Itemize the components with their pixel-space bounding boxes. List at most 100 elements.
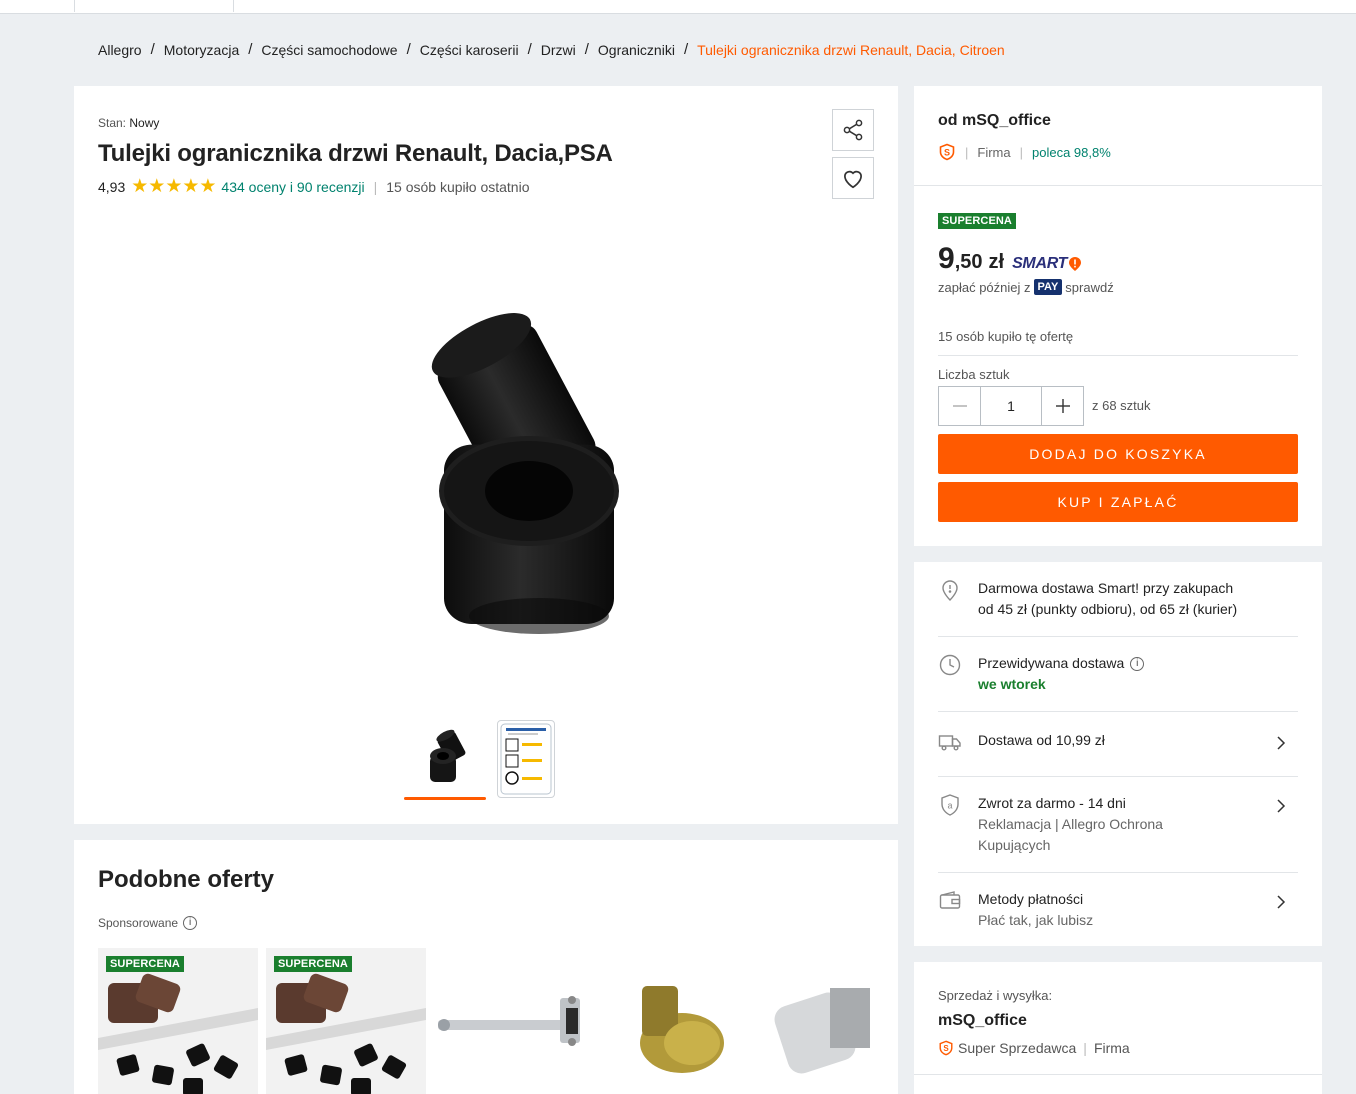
smart-label: SMART	[1012, 255, 1068, 272]
shield-a-icon: a	[941, 794, 959, 816]
breadcrumb-item-drzwi[interactable]: Drzwi	[541, 42, 576, 58]
breadcrumb-separator: /	[248, 41, 253, 58]
chevron-right-icon	[1277, 799, 1286, 813]
smart-logo: SMART	[1012, 255, 1082, 273]
pay-later-check-link[interactable]: sprawdź	[1065, 280, 1113, 295]
payment-methods-row[interactable]: Metody płatności Płać tak, jak lubisz	[938, 889, 1298, 939]
payment-methods-sub: Płać tak, jak lubisz	[978, 912, 1094, 928]
similar-offer-tile[interactable]	[602, 968, 762, 1088]
pay-later-row: zapłać później z PAY sprawdź	[938, 279, 1114, 295]
svg-text:S: S	[944, 148, 950, 158]
info-icon[interactable]: i	[1130, 656, 1145, 671]
purchase-card: SUPERCENA 9 ,50 zł SMART zapłać później …	[914, 186, 1322, 546]
breadcrumb-current: Tulejki ogranicznika drzwi Renault, Daci…	[697, 41, 1005, 58]
sponsored-text: Sponsorowane	[98, 916, 179, 930]
condition-label: Stan:	[98, 116, 127, 130]
free-delivery-info: Darmowa dostawa Smart! przy zakupach od …	[938, 578, 1298, 638]
divider	[938, 776, 1298, 777]
similar-offer-tile[interactable]	[770, 968, 874, 1088]
pay-badge: PAY	[1033, 279, 1063, 295]
quantity-increase-button[interactable]	[1042, 387, 1083, 425]
svg-text:S: S	[943, 1044, 949, 1053]
divider	[938, 711, 1298, 712]
thumbnail-product[interactable]	[416, 720, 474, 798]
favorite-button[interactable]	[832, 157, 874, 199]
expected-delivery-value: we wtorek	[978, 676, 1046, 692]
reviews-link[interactable]: 434 oceny i 90 recenzji	[221, 179, 364, 195]
product-image[interactable]	[364, 276, 644, 651]
breadcrumb-item-motoryzacja[interactable]: Motoryzacja	[164, 42, 239, 58]
share-icon	[843, 119, 863, 141]
seller-recommend-rate[interactable]: poleca 98,8%	[1032, 145, 1111, 160]
rating-stars: ★★★★★	[131, 176, 217, 197]
share-button[interactable]	[832, 109, 874, 151]
sales-shipping-card: Sprzedaż i wysyłka: mSQ_office S Super S…	[914, 962, 1322, 1094]
quantity-available: z 68 sztuk	[1092, 398, 1151, 413]
similar-offer-tile[interactable]: SUPERCENA	[266, 948, 426, 1094]
quantity-decrease-button[interactable]	[939, 387, 980, 425]
buy-now-button[interactable]: KUP I ZAPŁAĆ	[938, 482, 1298, 522]
product-title: Tulejki ogranicznika drzwi Renault, Daci…	[98, 140, 613, 167]
divider: |	[965, 144, 969, 160]
expected-delivery-label: Przewidywana dostawa	[978, 655, 1125, 671]
free-delivery-line1: Darmowa dostawa Smart! przy zakupach	[978, 580, 1234, 596]
supercena-badge: SUPERCENA	[938, 213, 1016, 229]
add-to-cart-button[interactable]: DODAJ DO KOSZYKA	[938, 434, 1298, 474]
chevron-right-icon	[1277, 895, 1286, 909]
breadcrumb-separator: /	[527, 41, 532, 58]
seller-name[interactable]: od mSQ_office	[938, 112, 1051, 130]
payment-methods-title: Metody płatności	[978, 891, 1084, 907]
free-delivery-line2: od 45 zł (punkty odbioru), od 65 zł (kur…	[978, 601, 1238, 617]
thumbnail-active-indicator	[404, 797, 486, 800]
breadcrumb-item-allegro[interactable]: Allegro	[98, 42, 142, 58]
breadcrumb-separator: /	[683, 41, 689, 58]
free-return-line2: Reklamacja | Allegro Ochrona	[978, 816, 1163, 832]
quantity-stepper	[938, 386, 1084, 426]
free-return-text: Zwrot za darmo - 14 dni Reklamacja | All…	[978, 793, 1163, 856]
offer-image	[434, 948, 594, 1094]
seller-summary-card: od mSQ_office S | Firma | poleca 98,8%	[914, 86, 1322, 186]
delivery-card: Darmowa dostawa Smart! przy zakupach od …	[914, 562, 1322, 946]
seller-type: Firma	[977, 144, 1011, 160]
divider	[914, 1074, 1322, 1075]
similar-offers-title: Podobne oferty	[98, 866, 275, 893]
quantity-input[interactable]	[980, 387, 1042, 425]
info-icon[interactable]: i	[183, 916, 198, 930]
price-currency: zł	[988, 251, 1005, 273]
bought-offer-count: 15 osób kupiło tę ofertę	[938, 329, 1074, 344]
divider: |	[373, 178, 378, 195]
payment-methods-text: Metody płatności Płać tak, jak lubisz	[978, 889, 1093, 931]
seller-info: S | Firma | poleca 98,8%	[938, 143, 1111, 161]
bought-recently: 15 osób kupiło ostatnio	[386, 178, 530, 195]
minus-icon	[952, 405, 967, 407]
truck-icon	[938, 735, 961, 751]
free-delivery-text: Darmowa dostawa Smart! przy zakupach od …	[978, 578, 1237, 620]
breadcrumb: Allegro / Motoryzacja / Części samochodo…	[98, 41, 1005, 58]
breadcrumb-item-ograniczniki[interactable]: Ograniczniki	[598, 42, 675, 58]
thumbnail-parameters-label[interactable]	[497, 720, 555, 798]
top-header-strip	[0, 0, 1356, 14]
supercena-badge: SUPERCENA	[106, 956, 184, 972]
similar-offer-tile[interactable]: SUPERCENA	[98, 948, 258, 1094]
divider	[938, 872, 1298, 873]
price: 9 ,50 zł SMART	[938, 242, 1082, 276]
similar-offer-tile[interactable]	[434, 948, 594, 1094]
shipping-cost-text: Dostawa od 10,99 zł	[978, 732, 1105, 748]
divider	[938, 636, 1298, 637]
shipping-cost-row[interactable]: Dostawa od 10,99 zł	[938, 730, 1298, 760]
breadcrumb-item-czesci-karoserii[interactable]: Części karoserii	[420, 42, 519, 58]
free-return-row[interactable]: a Zwrot za darmo - 14 dni Reklamacja | A…	[938, 793, 1298, 863]
rating-row: 4,93 ★★★★★ 434 oceny i 90 recenzji | 15 …	[98, 177, 529, 196]
super-seller-icon: S	[939, 143, 955, 161]
breadcrumb-item-czesci-samochodowe[interactable]: Części samochodowe	[261, 42, 397, 58]
heart-icon	[844, 170, 862, 189]
super-seller-icon: S	[939, 1040, 953, 1056]
sponsored-label: Sponsorowane i	[98, 916, 198, 930]
thumbnail-image	[500, 723, 552, 795]
condition-value: Nowy	[129, 116, 160, 130]
svg-text:a: a	[947, 801, 952, 811]
divider	[938, 355, 1298, 356]
sales-seller-name[interactable]: mSQ_office	[938, 1012, 1027, 1030]
similar-offers-card: Podobne oferty Sponsorowane i SUPERCENA …	[74, 840, 898, 1094]
sales-seller-info: S Super Sprzedawca | Firma	[938, 1040, 1130, 1056]
